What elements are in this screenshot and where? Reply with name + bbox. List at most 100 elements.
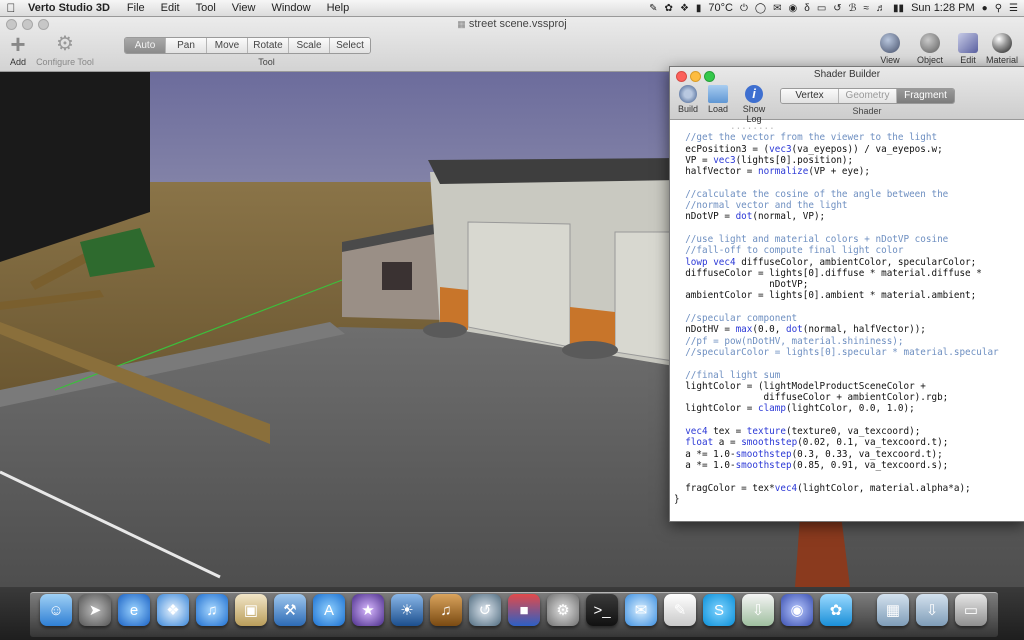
shader-builder-title: Shader Builder — [813, 69, 881, 80]
twitter-status-icon[interactable]: ✿ — [665, 3, 673, 14]
code-line: //specular component — [674, 313, 798, 325]
build-gear-icon — [679, 85, 697, 103]
tool-pan[interactable]: Pan — [166, 38, 207, 53]
tab-vertex[interactable]: Vertex — [781, 89, 839, 103]
garage-roof — [428, 158, 680, 184]
clock[interactable]: Sun 1:28 PM — [911, 2, 975, 14]
finder-icon[interactable]: ☺ — [40, 594, 72, 626]
imovie-icon[interactable]: ★ — [352, 594, 384, 626]
add-button[interactable]: + Add — [4, 31, 32, 67]
material-label: Material — [985, 55, 1018, 65]
document-icon: ▦ — [457, 19, 466, 29]
code-line: //normal vector and the light — [674, 200, 848, 212]
shader-builder-panel: Shader Builder Build Load i Show Log Ver… — [669, 66, 1024, 522]
terminal-icon[interactable]: >_ — [586, 594, 618, 626]
code-line: nDotVP = dot(normal, VP); — [674, 211, 826, 223]
tool-auto[interactable]: Auto — [125, 38, 166, 53]
launchpad-icon[interactable]: ➤ — [79, 594, 111, 626]
itunes-icon[interactable]: ♫ — [196, 594, 228, 626]
code-line: ambientColor = lights[0].ambient * mater… — [674, 290, 977, 302]
garageband-icon[interactable]: ♫ — [430, 594, 462, 626]
trash-icon[interactable]: ▭ — [955, 594, 987, 626]
curb-stone-2 — [562, 341, 618, 359]
shader-caption: Shader — [852, 106, 882, 116]
app-store-icon[interactable]: A — [313, 594, 345, 626]
temperature-readout[interactable]: 70°C — [708, 2, 733, 14]
view-button[interactable]: View — [870, 33, 910, 65]
gear-icon: ⚙ — [56, 33, 74, 55]
configure-tool-button[interactable]: ⚙ Configure Tool — [34, 33, 96, 67]
camera-icon — [880, 33, 900, 53]
user-icon[interactable]: ● — [982, 3, 988, 14]
menu-view[interactable]: View — [232, 2, 256, 14]
code-line: //calculate the cosine of the angle betw… — [674, 188, 949, 200]
tool-select[interactable]: Select — [330, 38, 370, 53]
system-preferences-icon[interactable]: ⚙ — [547, 594, 579, 626]
add-label: Add — [9, 57, 26, 67]
tool-move[interactable]: Move — [207, 38, 248, 53]
notification-center-icon[interactable]: ☰ — [1009, 3, 1018, 14]
battery-icon[interactable]: ▮▮ — [893, 3, 904, 14]
mail-icon[interactable]: ✉ — [773, 3, 781, 14]
internet-explorer-icon[interactable]: e — [118, 594, 150, 626]
textedit-icon[interactable]: ✎ — [664, 594, 696, 626]
tab-fragment[interactable]: Fragment — [897, 89, 954, 103]
code-line: //final light sum — [674, 369, 781, 381]
shader-code-editor[interactable]: ........ //get the vector from the viewe… — [670, 120, 1024, 521]
tool-rotate[interactable]: Rotate — [248, 38, 289, 53]
show-log-button[interactable]: i Show Log — [735, 85, 773, 124]
power-icon[interactable]: ⏻ — [740, 3, 748, 14]
apple-icon[interactable]:  — [0, 1, 22, 15]
mouse-icon[interactable]: ◉ — [789, 3, 798, 14]
tool-scale[interactable]: Scale — [289, 38, 330, 53]
skype-icon[interactable]: S — [703, 594, 735, 626]
dashboard-icon[interactable]: δ — [804, 3, 810, 14]
build-button[interactable]: Build — [676, 85, 700, 114]
code-line: lightColor = (lightModelProductSceneColo… — [674, 380, 926, 392]
time-machine-status-icon[interactable]: ↺ — [833, 3, 841, 14]
material-button[interactable]: Material — [982, 33, 1022, 65]
xcode-icon[interactable]: ⚒ — [274, 594, 306, 626]
wifi-icon[interactable]: ≈ — [864, 3, 870, 14]
safari-icon[interactable]: ❖ — [157, 594, 189, 626]
downloader-icon[interactable]: ⇩ — [742, 594, 774, 626]
pencil-icon[interactable]: ✎ — [649, 3, 657, 14]
spotlight-icon[interactable]: ⚲ — [995, 3, 1002, 14]
menu-window[interactable]: Window — [271, 2, 310, 14]
messages-icon[interactable]: ✉ — [625, 594, 657, 626]
twitter-icon[interactable]: ✿ — [820, 594, 852, 626]
gesture-icon[interactable]: ◯ — [755, 3, 766, 14]
downloads-icon[interactable]: ⇩ — [916, 594, 948, 626]
menu-help[interactable]: Help — [327, 2, 350, 14]
code-line: nDotHV = max(0.0, dot(normal, halfVector… — [674, 324, 926, 336]
clipboard-icon[interactable]: ▮ — [696, 3, 702, 14]
code-line-partial: ........ — [674, 121, 775, 132]
code-line: nDotVP; — [674, 279, 809, 291]
time-machine-icon[interactable]: ↺ — [469, 594, 501, 626]
code-line: fragColor = tex*vec4(lightColor, materia… — [674, 482, 971, 494]
menu-tool[interactable]: Tool — [196, 2, 216, 14]
menu-edit[interactable]: Edit — [161, 2, 180, 14]
menu-file[interactable]: File — [127, 2, 145, 14]
parallels-icon[interactable]: ■ — [508, 594, 540, 626]
display-icon[interactable]: ▭ — [817, 3, 826, 14]
code-line: //use light and material colors + nDotVP… — [674, 233, 949, 245]
load-button[interactable]: Load — [706, 85, 730, 114]
tab-geometry[interactable]: Geometry — [839, 89, 897, 103]
iphoto-icon[interactable]: ☀ — [391, 594, 423, 626]
code-line: vec4 tex = texture(texture0, va_texcoord… — [685, 426, 921, 438]
tool-caption: Tool — [258, 57, 275, 67]
documents-icon[interactable]: ▦ — [877, 594, 909, 626]
code-line: //specularColor = lights[0].specular * m… — [674, 346, 999, 358]
dropbox-icon[interactable]: ❖ — [680, 3, 689, 14]
shader-builder-toolbar: Shader Builder Build Load i Show Log Ver… — [670, 67, 1024, 124]
vpn-icon[interactable]: ◉ — [781, 594, 813, 626]
bluetooth-icon[interactable]: ℬ — [849, 3, 857, 14]
preview-icon[interactable]: ▣ — [235, 594, 267, 626]
volume-icon[interactable]: ♬ — [876, 3, 886, 14]
material-sphere-icon — [992, 33, 1012, 53]
app-menu[interactable]: Verto Studio 3D — [28, 2, 110, 14]
code-line: float a = smoothstep(0.02, 0.1, va_texco… — [685, 437, 949, 449]
